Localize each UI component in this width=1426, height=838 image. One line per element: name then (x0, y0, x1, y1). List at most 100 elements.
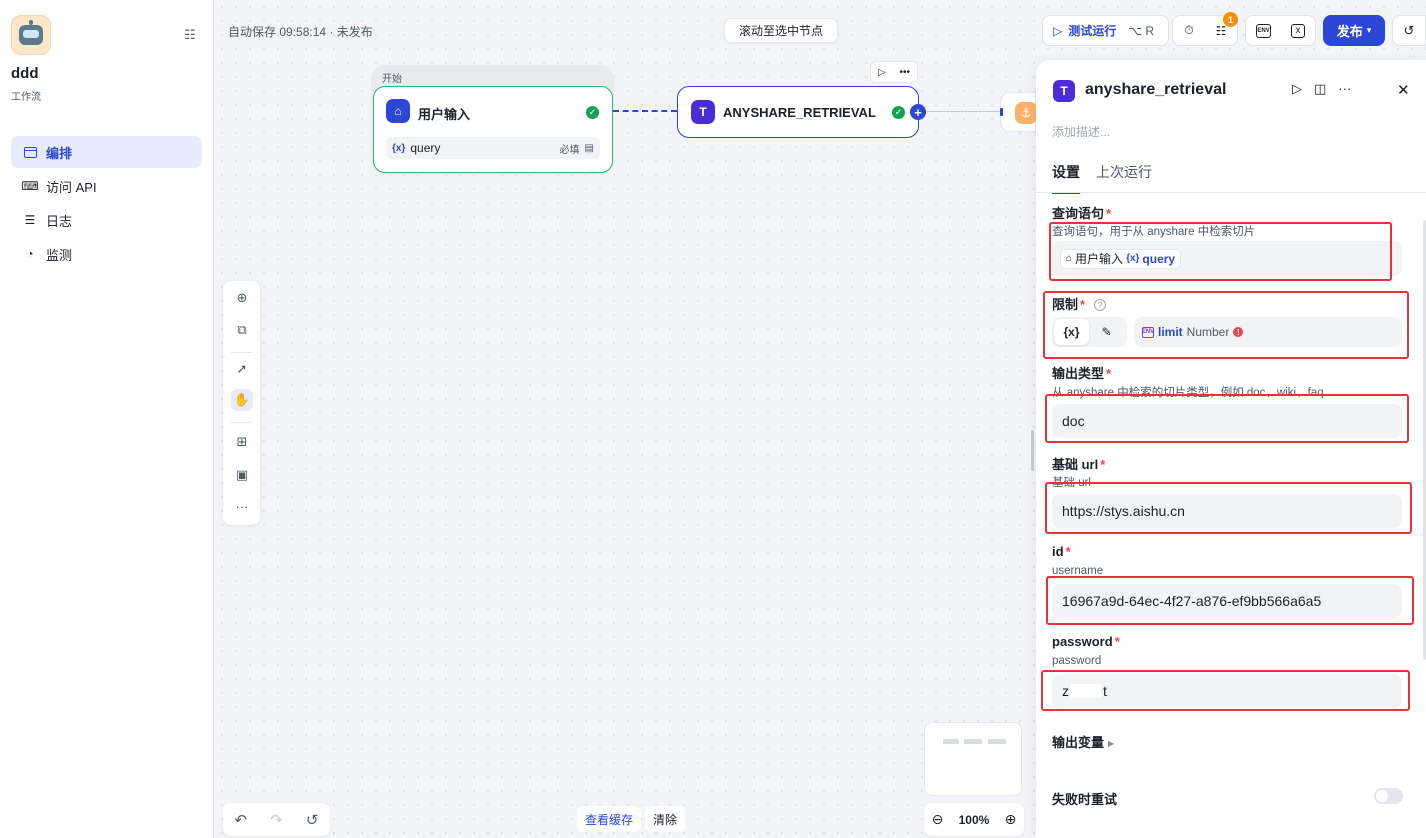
retry-toggle[interactable] (1374, 788, 1403, 804)
chip-var-name: query (1142, 251, 1176, 266)
base-url-input[interactable]: https://stys.aishu.cn (1052, 494, 1402, 528)
next-node[interactable]: ⚓ (1000, 92, 1037, 132)
robot-icon (19, 20, 43, 45)
edge-start-retrieval (613, 110, 677, 112)
required-tag: 必填 (559, 144, 580, 156)
zoom-level[interactable]: 100% (959, 813, 990, 827)
password-label: password * (1052, 634, 1120, 649)
run-node-icon[interactable]: ▷ (878, 67, 886, 78)
variable-mode-button[interactable]: {x} (1054, 319, 1089, 345)
query-input[interactable]: ⌂ 用户输入 {x} query (1052, 241, 1402, 276)
organize-icon[interactable]: ⊞ (231, 431, 253, 453)
base-url-hint: 基础 url (1052, 477, 1091, 489)
output-type-input[interactable]: doc (1052, 404, 1402, 438)
more-icon[interactable]: ··· (231, 495, 253, 517)
output-vars-section[interactable]: 输出变量 ▶ (1052, 732, 1114, 751)
zoom-out-icon[interactable]: ⊖ (932, 811, 944, 828)
minimap-node (943, 739, 959, 744)
start-node-variable[interactable]: {x} query 必填 ▤ (386, 137, 600, 159)
add-node-icon[interactable]: ⊕ (231, 287, 253, 309)
history-icon[interactable]: ↺ (306, 811, 319, 829)
sidebar-item-label: 监测 (46, 247, 73, 263)
sidebar-settings-icon[interactable]: ☷ (182, 27, 198, 43)
sidebar-item-orchestrate[interactable]: 编排 (11, 136, 202, 168)
test-run-button[interactable]: ▷ 测试运行 ⌥ R (1042, 15, 1169, 46)
limit-mode-toggle: {x} ✎ (1052, 317, 1127, 347)
panel-title[interactable]: anyshare_retrieval (1085, 81, 1226, 99)
add-note-icon[interactable]: ⧉ (231, 319, 253, 341)
run-history-icon[interactable]: ⏱ (1180, 22, 1198, 40)
minimap-node (964, 739, 982, 744)
rail-divider (231, 422, 252, 423)
undo-icon[interactable]: ↶ (235, 811, 248, 829)
limit-variable-input[interactable]: ENV limit Number ! (1134, 317, 1402, 347)
success-check-icon: ✓ (892, 106, 905, 119)
app-avatar[interactable] (11, 15, 51, 55)
scroll-to-node-button[interactable]: 滚动至选中节点 (724, 18, 839, 43)
export-image-icon[interactable]: ▣ (231, 464, 253, 486)
chip-node-name: 用户输入 (1075, 252, 1124, 266)
required-mark: * (1065, 544, 1071, 559)
version-history-icon[interactable]: ↺ (1392, 15, 1426, 46)
retrieval-node-title: ANYSHARE_RETRIEVAL (723, 105, 876, 120)
node-settings-panel: T anyshare_retrieval ▷ ◫ ··· ✕ 添加描述... 设… (1036, 60, 1426, 838)
error-icon: ! (1233, 327, 1244, 337)
tab-settings[interactable]: 设置 (1052, 162, 1080, 194)
id-input[interactable]: 16967a9d-64ec-4f27-a876-ef9bb566a6a5 (1052, 584, 1402, 618)
view-cache-button[interactable]: 查看缓存 (577, 806, 642, 832)
home-icon: ⌂ (386, 99, 410, 123)
conversation-var-icon[interactable]: x (1291, 23, 1305, 38)
node-target-handle (1000, 108, 1003, 116)
help-icon[interactable]: ? (1094, 299, 1107, 311)
tabs-divider (1036, 192, 1426, 193)
clear-cache-button[interactable]: 清除 (645, 806, 686, 832)
hand-icon[interactable]: ✋ (231, 389, 253, 411)
start-group-label: 开始 (382, 74, 402, 85)
variable-reference-chip[interactable]: ⌂ 用户输入 {x} query (1060, 248, 1182, 269)
undo-redo-group: ↶ ↷ ↺ (223, 803, 330, 836)
retrieval-node[interactable]: T ANYSHARE_RETRIEVAL ✓ (677, 86, 919, 138)
left-sidebar: ☷ ddd 工作流 编排 ⌨ 访问 API ☰ 日志 ◔ 监测 (0, 0, 214, 838)
sidebar-item-label: 访问 API (46, 179, 97, 195)
start-node[interactable]: ⌂ 用户输入 ✓ (373, 86, 613, 173)
query-label-text: 查询语句 (1052, 206, 1105, 221)
sidebar-nav: 编排 ⌨ 访问 API ☰ 日志 ◔ 监测 (11, 136, 202, 272)
tab-last-run[interactable]: 上次运行 (1096, 162, 1152, 194)
pointer-icon[interactable]: ➚ (231, 358, 253, 380)
more-icon[interactable]: ••• (900, 67, 911, 78)
split-view-icon[interactable]: ◫ (1314, 81, 1326, 97)
publish-button[interactable]: 发布 ▾ (1323, 15, 1385, 46)
panel-resize-handle[interactable] (1031, 430, 1034, 471)
minimap[interactable] (924, 722, 1022, 796)
env-icon[interactable]: ENV (1256, 23, 1271, 38)
caret-right-icon: ▶ (1108, 739, 1115, 748)
output-type-hint: 从 anyshare 中检索的切片类型，例如 doc、wiki、faq (1052, 387, 1324, 399)
sidebar-item-api[interactable]: ⌨ 访问 API (11, 170, 202, 202)
variables-tools-group: ENV x (1245, 15, 1316, 46)
edit-icon[interactable]: ✎ (1089, 319, 1124, 345)
run-node-icon[interactable]: ▷ (1292, 81, 1302, 97)
password-hint: password (1052, 655, 1102, 667)
query-hint: 查询语句，用于从 anyshare 中检索切片 (1052, 226, 1256, 238)
password-input[interactable]: zt (1052, 674, 1402, 708)
variable-icon: {x} (392, 142, 406, 154)
home-icon: ⌂ (1066, 253, 1073, 264)
id-label-text: id (1052, 544, 1064, 559)
publish-label: 发布 (1336, 24, 1363, 39)
output-type-label: 输出类型 * (1052, 363, 1111, 382)
zoom-controls: ⊖ 100% ⊕ (924, 803, 1024, 836)
sidebar-item-monitor[interactable]: ◔ 监测 (11, 238, 202, 270)
description-input[interactable]: 添加描述... (1052, 123, 1110, 140)
add-node-handle[interactable]: + (910, 104, 926, 120)
limit-ref-type: Number (1186, 325, 1230, 339)
more-icon[interactable]: ··· (1338, 81, 1351, 97)
zoom-in-icon[interactable]: ⊕ (1005, 811, 1017, 828)
variable-name: query (410, 141, 441, 155)
close-icon[interactable]: ✕ (1397, 81, 1410, 99)
redo-icon[interactable]: ↷ (270, 811, 283, 829)
sidebar-item-logs[interactable]: ☰ 日志 (11, 204, 202, 236)
base-url-label: 基础 url * (1052, 454, 1105, 473)
tool-icon: T (1053, 80, 1075, 102)
rail-divider (231, 352, 252, 353)
tool-icon: T (691, 100, 715, 124)
